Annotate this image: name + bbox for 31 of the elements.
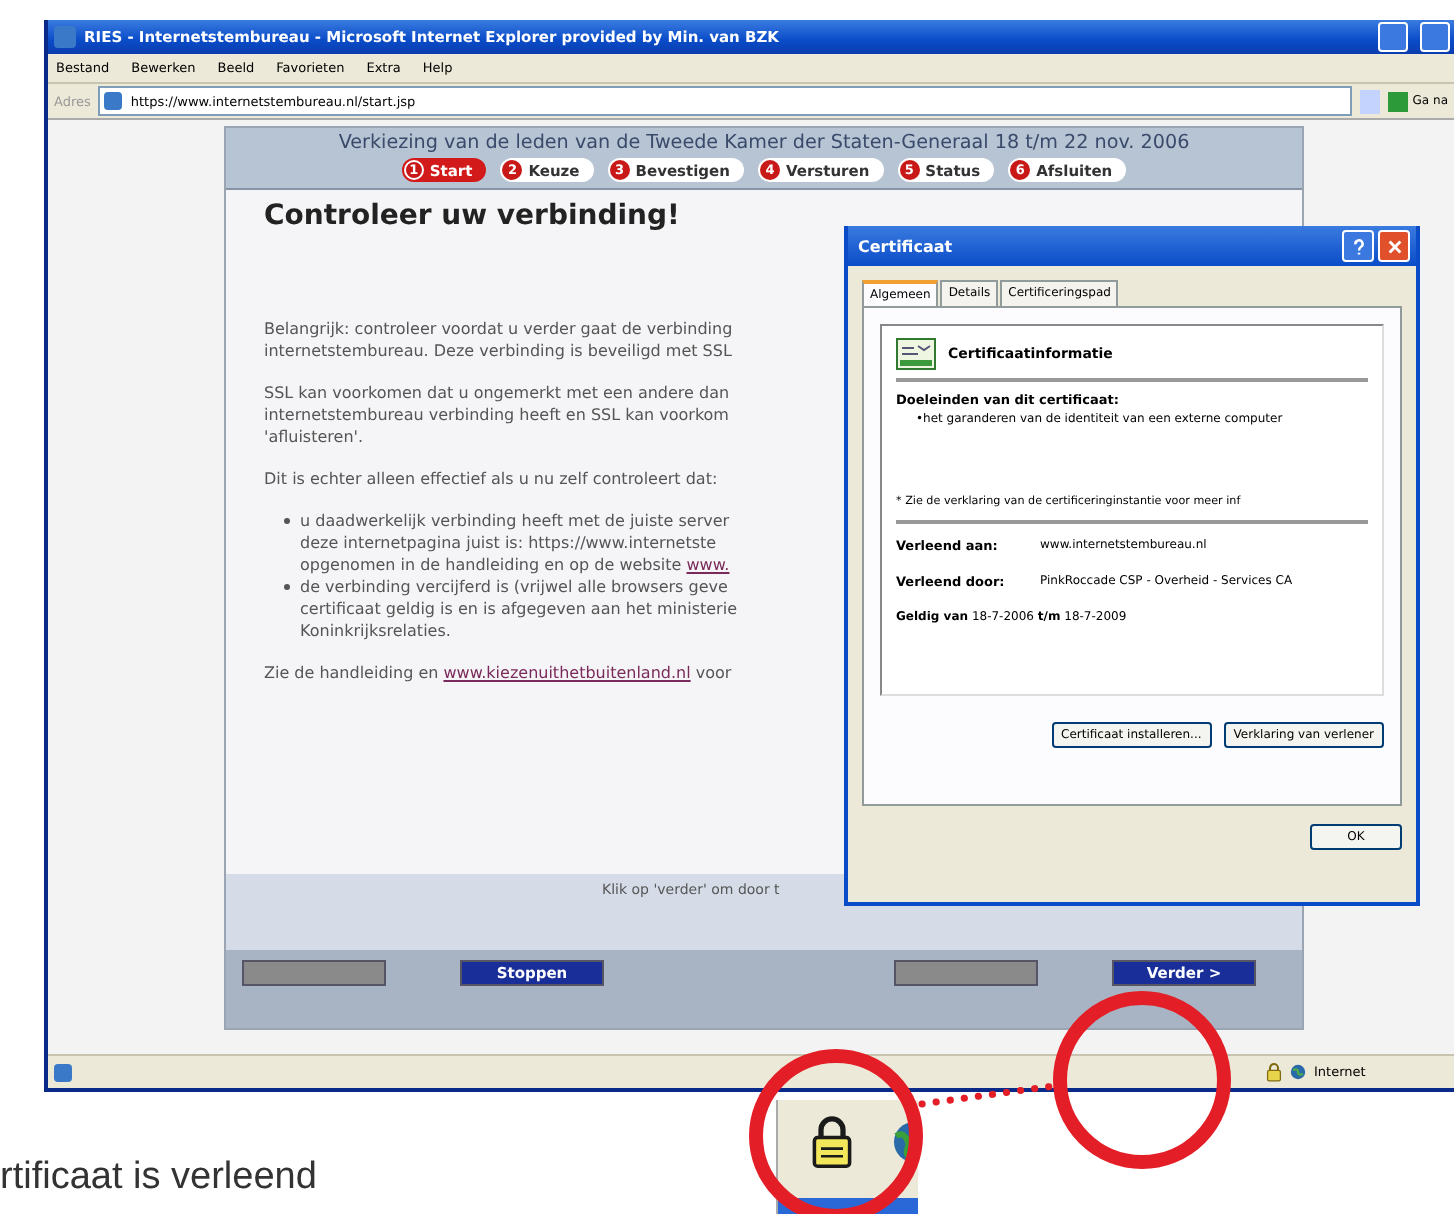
paragraph-line: Koninkrijksrelaties. xyxy=(300,620,451,642)
paragraph-line: internetstembureau verbinding heeft en SSL kan voorkom xyxy=(264,404,729,426)
lock-icon xyxy=(810,1114,854,1170)
close-button[interactable] xyxy=(1378,230,1410,262)
minimize-button[interactable] xyxy=(1378,22,1408,52)
paragraph-line: internetstembureau. Deze verbinding is beveiligd met SSL xyxy=(264,340,732,362)
paragraph-line: certificaat geldig is en is afgegeven aan het ministerie xyxy=(300,598,737,620)
paragraph-line: SSL kan voorkomen dat u ongemerkt met een andere dan xyxy=(264,382,730,404)
help-button[interactable] xyxy=(1342,230,1374,262)
link[interactable]: www. xyxy=(686,556,730,574)
caption-text: rtificaat is verleend xyxy=(0,1156,317,1200)
certificate-icon xyxy=(896,338,936,370)
page-heading: Controleer uw verbinding! xyxy=(264,200,682,232)
paragraph-line: Belangrijk: controleer voordat u verder gaat de verbinding xyxy=(264,318,733,340)
paragraph-line: Dit is echter alleen effectief als u nu zelf controleert dat: xyxy=(264,468,718,490)
dialog-title: Certificaat xyxy=(858,237,955,255)
paragraph-line: 'afluisteren'. xyxy=(264,426,364,448)
paragraph-line: u daadwerkelijk verbinding heeft met de juiste server xyxy=(300,510,730,532)
paragraph-line: opgenomen in de handleiding en op de website www. xyxy=(300,554,730,576)
maximize-button[interactable] xyxy=(1420,22,1450,52)
bullet-dot xyxy=(284,518,290,524)
close-icon xyxy=(1385,237,1403,255)
link[interactable]: www.kiezenuithetbuitenland.nl xyxy=(443,664,691,682)
election-title: Verkiezing van de leden van de Tweede Kamer der Staten-Generaal 18 t/m 22 nov. 2006 xyxy=(338,132,1190,154)
lock-icon xyxy=(1266,1062,1282,1082)
globe-icon xyxy=(1290,1064,1306,1080)
paragraph-line: deze internetpagina juist is: https://www.internetste xyxy=(300,532,717,554)
paragraph-line: Zie de handleiding en www.kiezenuithetbuitenland.nl voor xyxy=(264,662,732,684)
paragraph-line: de verbinding vercijferd is (vrijwel alle browsers geve xyxy=(300,576,728,598)
question-mark-icon xyxy=(1349,237,1367,255)
bullet-dot xyxy=(284,584,290,590)
